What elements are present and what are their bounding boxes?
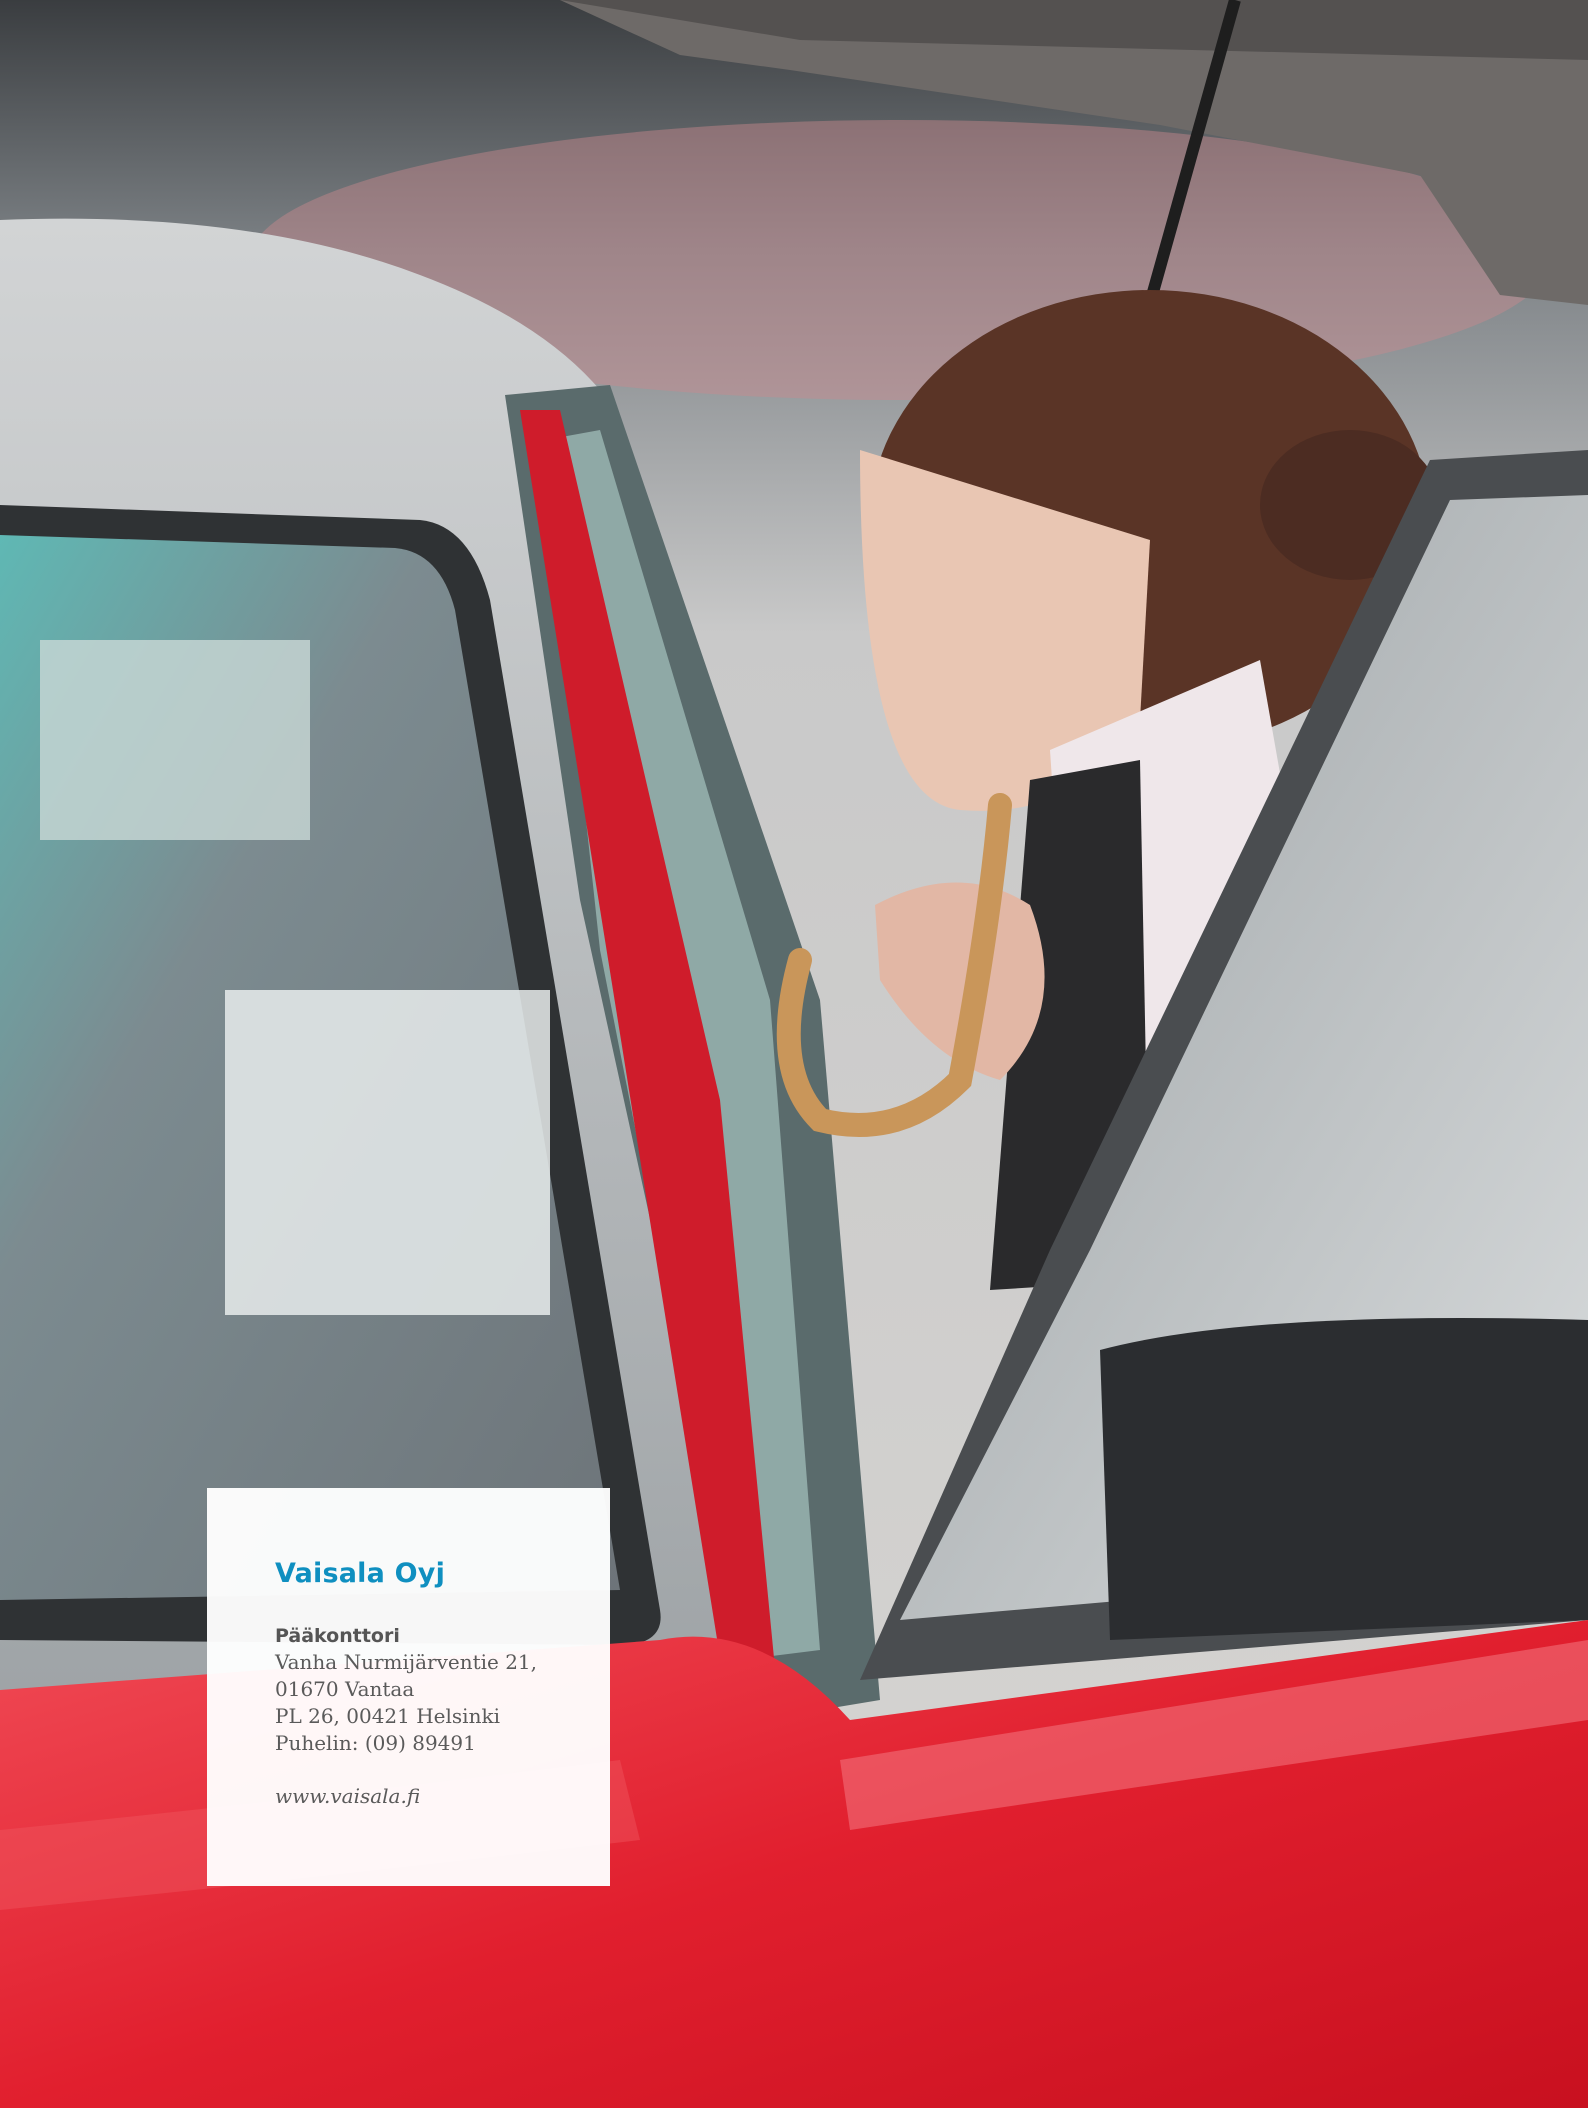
- company-name: Vaisala Oyj: [275, 1558, 446, 1589]
- website-link[interactable]: www.vaisala.fi: [275, 1784, 610, 1808]
- phone-line: Puhelin: (09) 89491: [275, 1731, 476, 1755]
- contact-card: Vaisala Oyj Pääkonttori Vanha Nurmijärve…: [207, 1488, 610, 1886]
- address-line: 01670 Vantaa: [275, 1677, 415, 1701]
- address-line: PL 26, 00421 Helsinki: [275, 1704, 500, 1728]
- address-line: Vanha Nurmijärventie 21,: [275, 1650, 538, 1674]
- office-heading: Pääkonttori: [275, 1625, 400, 1647]
